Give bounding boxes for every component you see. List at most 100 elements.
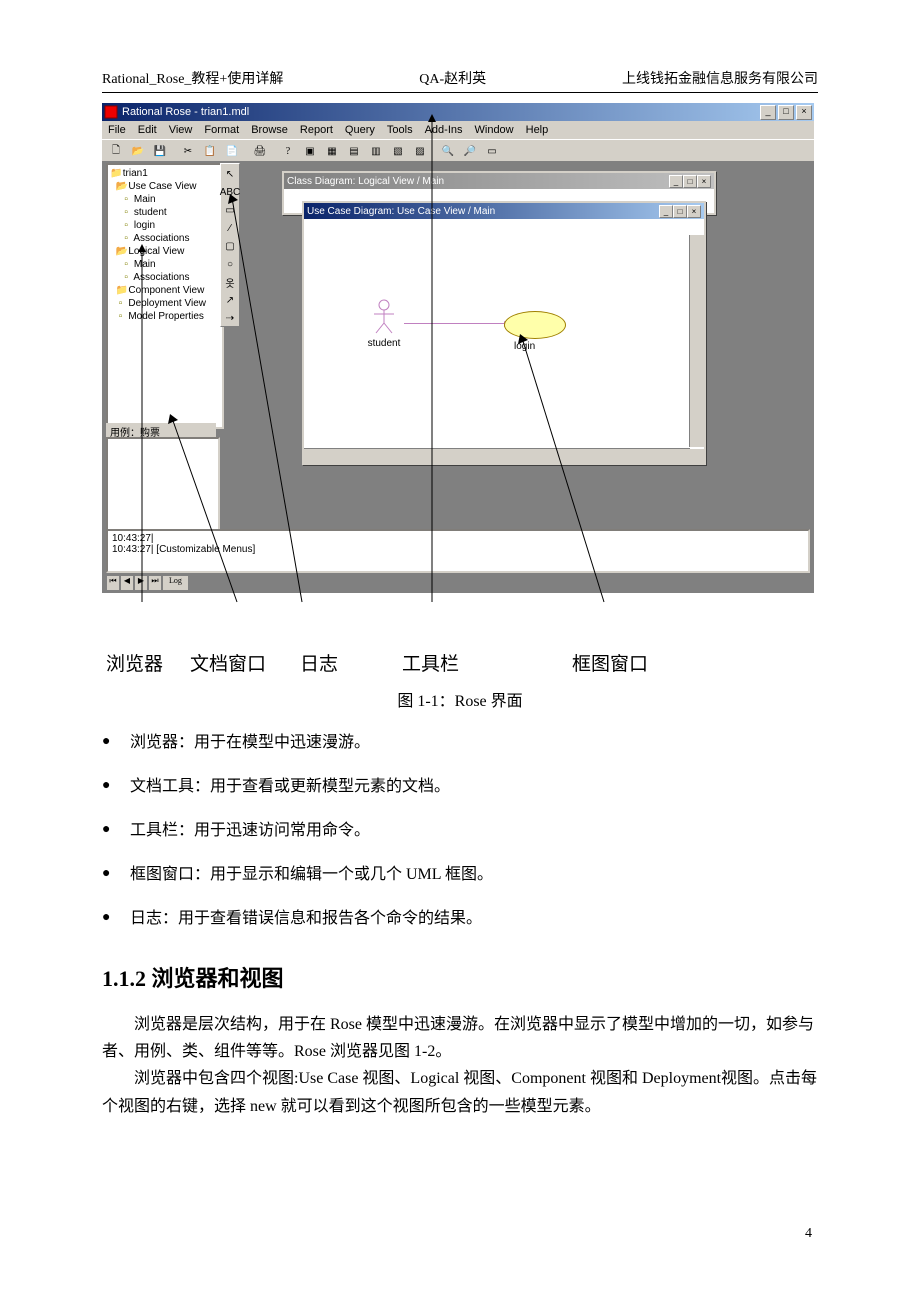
log-window[interactable]: 10:43:27| 10:43:27| [Customizable Menus]: [106, 529, 810, 573]
diagram-canvas[interactable]: student login: [304, 219, 704, 463]
log-nav-last-icon[interactable]: ⏭: [148, 575, 162, 591]
tool-icon[interactable]: ▤: [344, 141, 364, 161]
window-buttons: _ □ ×: [760, 105, 812, 120]
menu-format[interactable]: Format: [204, 124, 239, 136]
scrollbar-h[interactable]: [304, 448, 690, 463]
bullet-item: 浏览器：用于在模型中迅速漫游。: [102, 731, 818, 755]
app-title: Rational Rose - trian1.mdl: [122, 106, 249, 118]
doc-window-caption: 用例：购票: [106, 423, 216, 437]
log-tab[interactable]: Log: [162, 575, 189, 591]
tool-print-icon[interactable]: 🖨: [250, 141, 270, 161]
menu-addins[interactable]: Add-Ins: [425, 124, 463, 136]
tree-item[interactable]: ▫ Deployment View: [110, 297, 220, 310]
tree-item[interactable]: 📂 Logical View: [110, 245, 220, 258]
header-right: 上线钱拓金融信息服务有限公司: [622, 68, 818, 88]
bullet-item: 框图窗口：用于显示和编辑一个或几个 UML 框图。: [102, 863, 818, 887]
menu-help[interactable]: Help: [526, 124, 549, 136]
main-toolbar: 🗋 📂 💾 ✂ 📋 📄 🖨 ? ▣ ▦ ▤ ▥ ▧ ▨ 🔍 🔎 ▭: [102, 139, 814, 163]
menu-window[interactable]: Window: [475, 124, 514, 136]
usecase-label: login: [514, 341, 535, 352]
palette-depend-icon[interactable]: ⇢: [222, 310, 238, 326]
tool-icon[interactable]: ▧: [388, 141, 408, 161]
palette-assoc-icon[interactable]: ↗: [222, 292, 238, 308]
tree-item[interactable]: ▫ login: [110, 219, 220, 232]
palette-anchor-icon[interactable]: ∕: [222, 220, 238, 236]
menu-browse[interactable]: Browse: [251, 124, 288, 136]
tree-item[interactable]: ▫ Model Properties: [110, 310, 220, 323]
palette-package-icon[interactable]: ▢: [222, 238, 238, 254]
bullet-item: 工具栏：用于迅速访问常用命令。: [102, 819, 818, 843]
association-line[interactable]: [404, 323, 504, 325]
tool-icon[interactable]: ▦: [322, 141, 342, 161]
paragraph: 浏览器是层次结构，用于在 Rose 模型中迅速漫游。在浏览器中显示了模型中增加的…: [102, 1011, 818, 1065]
tool-cut-icon[interactable]: ✂: [178, 141, 198, 161]
log-nav-next-icon[interactable]: ▶: [134, 575, 148, 591]
palette-note-icon[interactable]: ▭: [222, 202, 238, 218]
tool-copy-icon[interactable]: 📋: [200, 141, 220, 161]
tree-item[interactable]: ▫ Associations: [110, 232, 220, 245]
doc-window[interactable]: [106, 437, 220, 531]
tree-item[interactable]: 📁 Component View: [110, 284, 220, 297]
section-heading: 1.1.2 浏览器和视图: [102, 961, 818, 993]
close-button[interactable]: ×: [796, 105, 812, 120]
sub-min-icon[interactable]: _: [669, 175, 683, 188]
actor-shape[interactable]: student: [364, 299, 404, 349]
maximize-button[interactable]: □: [778, 105, 794, 120]
mdi-area: Class Diagram: Logical View / Main _ □ ×…: [282, 171, 742, 471]
paragraph: 浏览器中包含四个视图:Use Case 视图、Logical 视图、Compon…: [102, 1065, 818, 1119]
tool-palette: ↖ ABC ▭ ∕ ▢ ○ 옷 ↗ ⇢: [220, 163, 240, 327]
app-icon: [104, 105, 118, 119]
sub-max-icon[interactable]: □: [673, 205, 687, 218]
page-number: 4: [805, 1226, 812, 1242]
class-diagram-title: Class Diagram: Logical View / Main: [287, 176, 444, 187]
usecase-diagram-title: Use Case Diagram: Use Case View / Main: [307, 206, 495, 217]
palette-pointer-icon[interactable]: ↖: [222, 166, 238, 182]
tool-paste-icon[interactable]: 📄: [222, 141, 242, 161]
tool-diagram-icon[interactable]: ▣: [300, 141, 320, 161]
tool-new-icon[interactable]: 🗋: [106, 141, 126, 161]
figure-caption: 图 1-1：Rose 界面: [102, 687, 818, 711]
menu-query[interactable]: Query: [345, 124, 375, 136]
menu-view[interactable]: View: [169, 124, 193, 136]
sub-close-icon[interactable]: ×: [697, 175, 711, 188]
tree-item[interactable]: ▫ Main: [110, 258, 220, 271]
header-left: Rational_Rose_教程+使用详解: [102, 68, 283, 88]
tool-fit-icon[interactable]: ▭: [482, 141, 502, 161]
tool-zoom-in-icon[interactable]: 🔍: [438, 141, 458, 161]
menu-report[interactable]: Report: [300, 124, 333, 136]
sub-max-icon[interactable]: □: [683, 175, 697, 188]
menu-file[interactable]: File: [108, 124, 126, 136]
actor-label: student: [364, 338, 404, 349]
ann-docwin: 文档窗口: [190, 649, 266, 676]
minimize-button[interactable]: _: [760, 105, 776, 120]
palette-text-icon[interactable]: ABC: [222, 184, 238, 200]
browser-pane[interactable]: 📁 trian1 📂 Use Case View ▫ Main ▫ studen…: [106, 163, 224, 429]
tool-zoom-out-icon[interactable]: 🔎: [460, 141, 480, 161]
ann-diagram: 框图窗口: [572, 649, 648, 676]
menu-tools[interactable]: Tools: [387, 124, 413, 136]
tree-item[interactable]: ▫ student: [110, 206, 220, 219]
header-center: QA-赵利英: [419, 68, 486, 88]
tree-item[interactable]: 📁 trian1: [110, 167, 220, 180]
ann-toolbar: 工具栏: [402, 649, 459, 676]
tool-save-icon[interactable]: 💾: [150, 141, 170, 161]
tree-item[interactable]: 📂 Use Case View: [110, 180, 220, 193]
log-nav-prev-icon[interactable]: ◀: [120, 575, 134, 591]
tool-icon[interactable]: ▥: [366, 141, 386, 161]
tool-help-icon[interactable]: ?: [278, 141, 298, 161]
tool-open-icon[interactable]: 📂: [128, 141, 148, 161]
palette-actor-icon[interactable]: 옷: [222, 274, 238, 290]
menu-edit[interactable]: Edit: [138, 124, 157, 136]
sub-close-icon[interactable]: ×: [687, 205, 701, 218]
palette-usecase-icon[interactable]: ○: [222, 256, 238, 272]
tool-icon[interactable]: ▨: [410, 141, 430, 161]
usecase-shape[interactable]: [504, 311, 566, 339]
tree-item[interactable]: ▫ Main: [110, 193, 220, 206]
sub-min-icon[interactable]: _: [659, 205, 673, 218]
tree-item[interactable]: ▫ Associations: [110, 271, 220, 284]
app-titlebar: Rational Rose - trian1.mdl _ □ ×: [102, 103, 814, 121]
scrollbar-v[interactable]: [689, 235, 704, 447]
scroll-corner: [690, 449, 704, 463]
usecase-diagram-window[interactable]: Use Case Diagram: Use Case View / Main _…: [302, 201, 706, 465]
log-nav-first-icon[interactable]: ⏮: [106, 575, 120, 591]
